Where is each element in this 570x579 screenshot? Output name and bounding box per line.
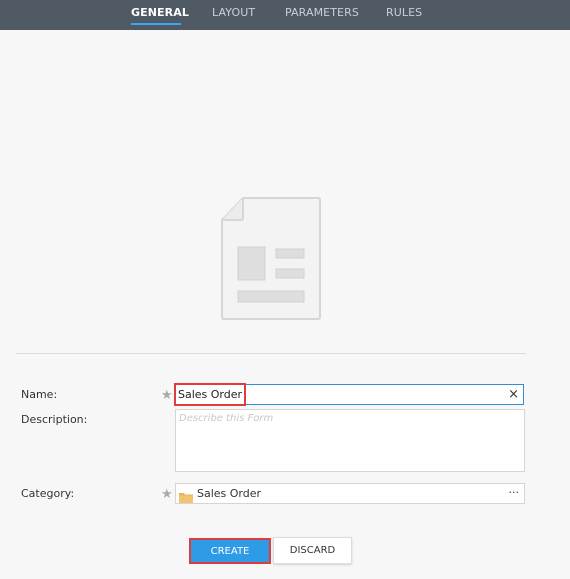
folder-icon [179,488,193,507]
name-required-star-icon: ★ [161,388,173,403]
description-textarea[interactable]: Describe this Form [175,409,525,472]
name-label: Name: [21,388,58,401]
category-label: Category: [21,487,75,500]
create-button[interactable]: CREATE [189,538,271,564]
close-icon[interactable]: × [508,386,519,403]
tab-layout[interactable]: LAYOUT [212,6,255,19]
name-input-value[interactable]: Sales Order [173,383,247,406]
top-tab-bar: GENERAL LAYOUT PARAMETERS RULES [0,0,570,30]
active-tab-indicator [131,23,181,25]
discard-button[interactable]: DISCARD [273,537,352,564]
category-field[interactable]: Sales Order ··· [175,483,525,504]
description-placeholder: Describe this Form [179,413,274,424]
section-divider [16,353,526,354]
category-value: Sales Order [197,487,262,500]
tab-parameters[interactable]: PARAMETERS [285,6,359,19]
category-browse-button[interactable]: ··· [509,484,520,501]
name-input[interactable]: Sales Order × [173,383,524,406]
description-label: Description: [21,413,88,426]
tab-general[interactable]: GENERAL [131,6,189,19]
form-document-icon [219,196,323,326]
tab-rules[interactable]: RULES [386,6,422,19]
category-required-star-icon: ★ [161,487,173,502]
